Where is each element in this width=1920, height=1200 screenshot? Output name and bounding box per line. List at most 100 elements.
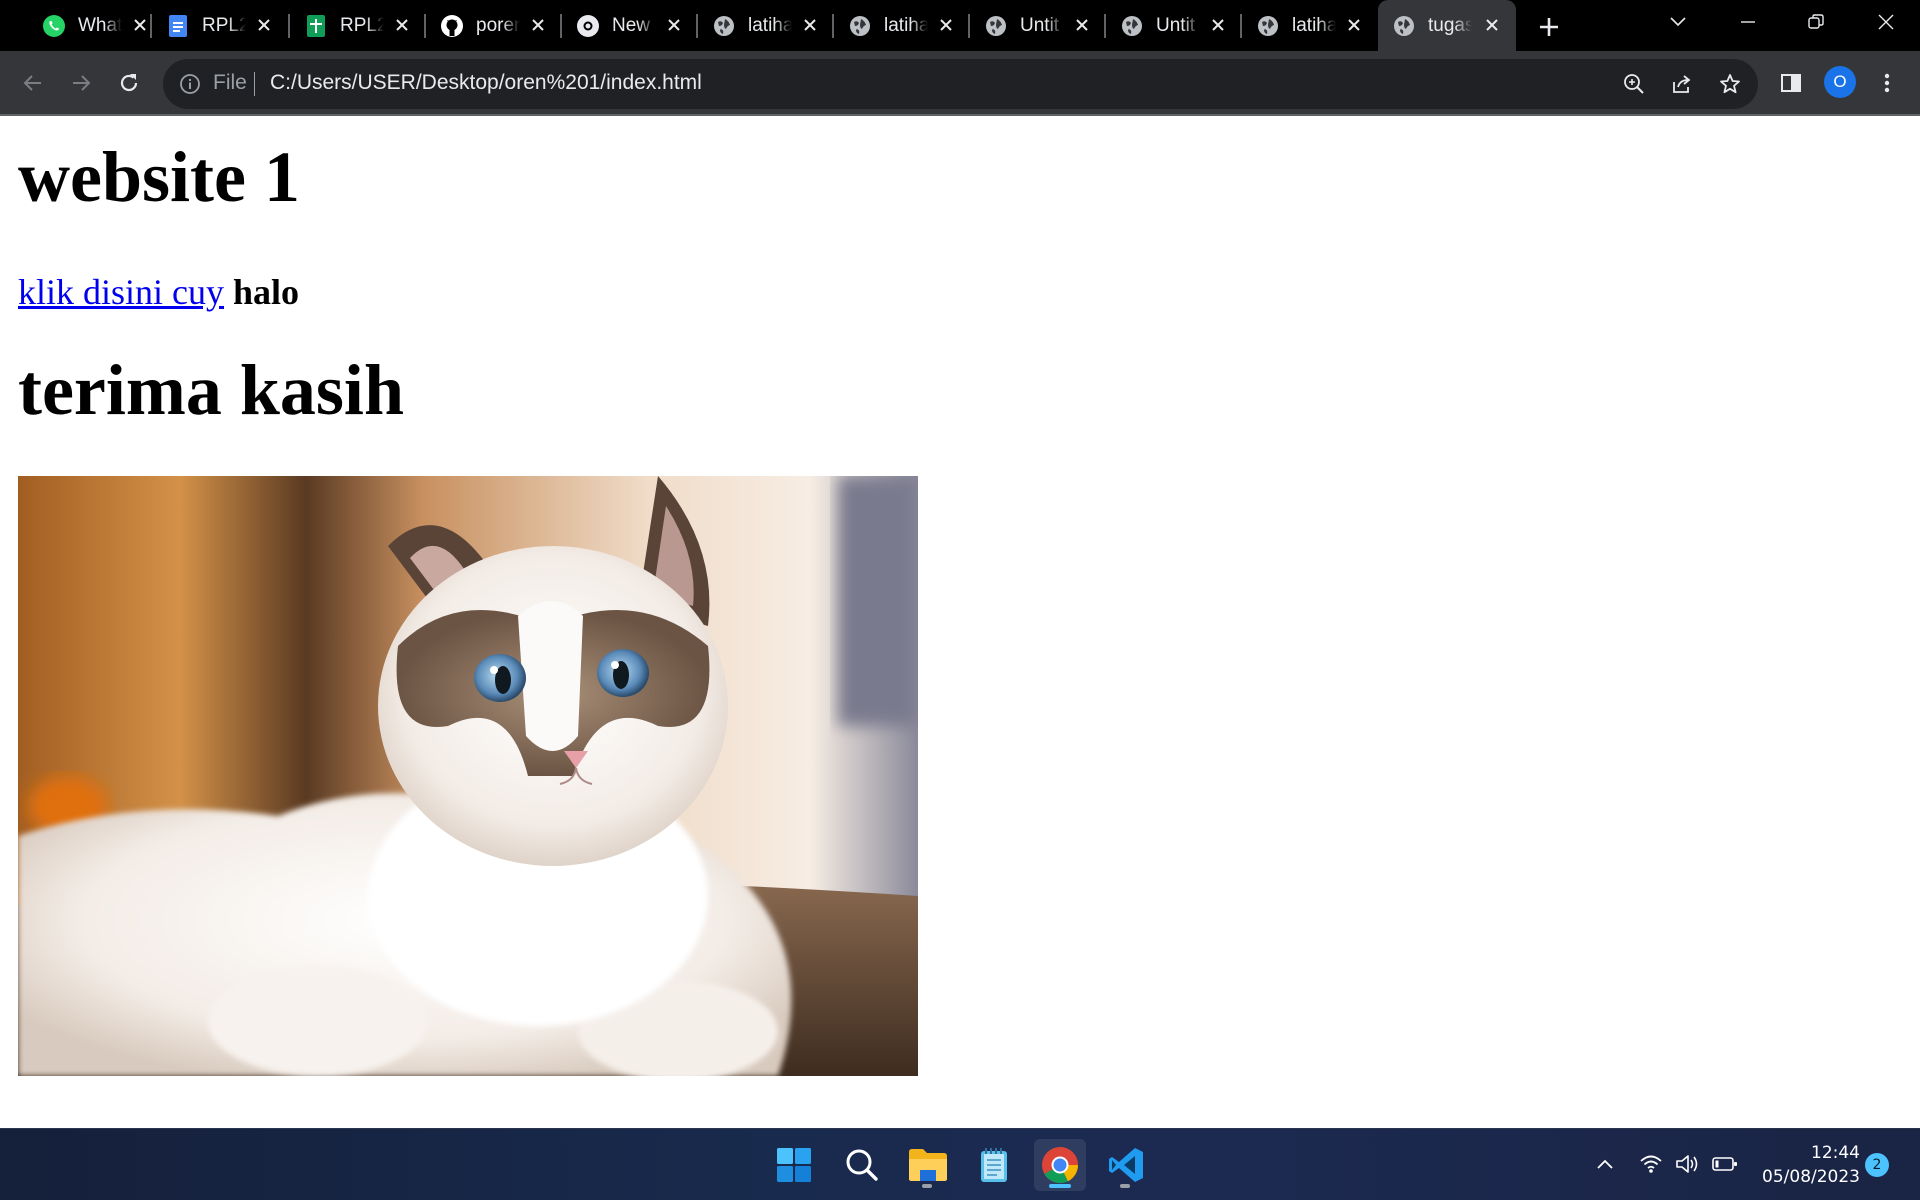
search-icon bbox=[846, 1149, 878, 1181]
back-button[interactable] bbox=[13, 63, 53, 103]
taskbar-search-button[interactable] bbox=[836, 1139, 888, 1191]
close-icon[interactable] bbox=[392, 15, 412, 35]
globe-icon bbox=[712, 14, 736, 38]
vscode-button[interactable] bbox=[1100, 1139, 1152, 1191]
scheme-label: File bbox=[213, 71, 247, 94]
windows-start-icon bbox=[777, 1148, 811, 1182]
running-indicator bbox=[1120, 1184, 1130, 1188]
close-icon[interactable] bbox=[1482, 15, 1502, 35]
chrome-icon bbox=[576, 14, 600, 38]
reload-icon bbox=[120, 74, 138, 92]
bold-halo: halo bbox=[233, 271, 300, 312]
tab-title: latiha bbox=[1292, 14, 1336, 36]
reload-button[interactable] bbox=[109, 63, 149, 103]
windows-start-button[interactable] bbox=[768, 1139, 820, 1191]
close-icon[interactable] bbox=[130, 15, 150, 35]
globe-icon bbox=[1120, 14, 1144, 38]
tab-title: latiha bbox=[748, 14, 792, 36]
notification-badge[interactable]: 2 bbox=[1865, 1153, 1889, 1177]
chrome-icon bbox=[1042, 1147, 1079, 1184]
arrow-right-icon bbox=[73, 75, 91, 91]
tab-latihan-2[interactable]: latiha bbox=[834, 0, 970, 51]
close-icon[interactable] bbox=[800, 15, 820, 35]
klik-link[interactable]: klik disini cuy bbox=[18, 272, 224, 312]
clock[interactable]: 12:44 05/08/2023 bbox=[1750, 1141, 1860, 1189]
globe-icon bbox=[848, 14, 872, 38]
clock-time: 12:44 bbox=[1811, 1143, 1860, 1163]
close-icon[interactable] bbox=[254, 15, 274, 35]
battery-button[interactable] bbox=[1710, 1149, 1740, 1179]
wifi-icon bbox=[1640, 1155, 1662, 1173]
menu-button[interactable] bbox=[1867, 63, 1907, 103]
tab-title: Untit bbox=[1020, 14, 1060, 36]
globe-icon bbox=[984, 14, 1008, 38]
file-explorer-button[interactable] bbox=[902, 1139, 954, 1191]
close-icon[interactable] bbox=[1344, 15, 1364, 35]
tab-latihan-3[interactable]: latiha bbox=[1242, 0, 1378, 51]
clock-date: 05/08/2023 bbox=[1762, 1167, 1860, 1187]
tab-title: New bbox=[612, 14, 651, 36]
tab-new-tab[interactable]: New bbox=[562, 0, 698, 51]
tab-whatsapp[interactable]: What bbox=[28, 0, 164, 51]
close-icon[interactable] bbox=[528, 15, 548, 35]
bookmark-star-icon[interactable] bbox=[1715, 69, 1745, 99]
minimize-button[interactable] bbox=[1718, 0, 1778, 44]
speaker-icon bbox=[1676, 1155, 1698, 1173]
globe-icon bbox=[1392, 14, 1416, 38]
info-icon[interactable] bbox=[178, 72, 202, 96]
chevron-down-icon bbox=[1670, 17, 1686, 27]
network-button[interactable] bbox=[1636, 1149, 1666, 1179]
chevron-up-icon bbox=[1597, 1159, 1613, 1169]
page-viewport: website 1 klik disini cuy halo terima ka… bbox=[0, 116, 1920, 1128]
restore-icon bbox=[1808, 14, 1824, 29]
tab-title: latiha bbox=[884, 14, 928, 36]
tab-search-button[interactable] bbox=[1648, 0, 1708, 44]
tab-title: Untit bbox=[1156, 14, 1196, 36]
browser-toolbar: File C:/Users/USER/Desktop/oren%201/inde… bbox=[0, 51, 1920, 114]
tab-latihan-1[interactable]: latiha bbox=[698, 0, 834, 51]
url-text[interactable]: C:/Users/USER/Desktop/oren%201/index.htm… bbox=[270, 71, 702, 95]
vscode-icon bbox=[1109, 1148, 1143, 1182]
tab-strip: What RPL2 RPL2 porer New latiha latiha U… bbox=[0, 0, 1920, 51]
side-panel-icon bbox=[1781, 74, 1801, 92]
google-sheets-icon bbox=[304, 14, 328, 38]
tab-google-sheets[interactable]: RPL2 bbox=[290, 0, 426, 51]
close-icon[interactable] bbox=[664, 15, 684, 35]
tab-untitled-2[interactable]: Untit bbox=[1106, 0, 1242, 51]
tab-title: tugas bbox=[1428, 14, 1472, 36]
address-bar[interactable]: File C:/Users/USER/Desktop/oren%201/inde… bbox=[163, 59, 1758, 109]
battery-icon bbox=[1712, 1157, 1737, 1171]
share-icon[interactable] bbox=[1667, 69, 1697, 99]
close-window-button[interactable] bbox=[1856, 0, 1916, 44]
notepad-icon bbox=[981, 1148, 1007, 1182]
kebab-menu-icon bbox=[1884, 73, 1890, 93]
profile-avatar[interactable]: O bbox=[1824, 66, 1856, 98]
cat-image bbox=[18, 475, 918, 1076]
close-icon[interactable] bbox=[1208, 15, 1228, 35]
address-divider bbox=[254, 72, 255, 96]
volume-button[interactable] bbox=[1673, 1149, 1703, 1179]
new-tab-button[interactable] bbox=[1534, 12, 1564, 42]
tab-tugas-active[interactable]: tugas bbox=[1378, 0, 1516, 51]
tab-title: What bbox=[78, 14, 122, 36]
tab-untitled-1[interactable]: Untit bbox=[970, 0, 1106, 51]
tab-google-docs[interactable]: RPL2 bbox=[152, 0, 288, 51]
show-hidden-icons-button[interactable] bbox=[1590, 1149, 1620, 1179]
arrow-left-icon bbox=[23, 75, 41, 91]
restore-button[interactable] bbox=[1786, 0, 1846, 44]
zoom-icon[interactable] bbox=[1619, 69, 1649, 99]
running-indicator bbox=[1049, 1184, 1071, 1188]
close-icon[interactable] bbox=[1072, 15, 1092, 35]
tab-title: RPL2 bbox=[202, 14, 246, 36]
notepad-button[interactable] bbox=[968, 1139, 1020, 1191]
link-paragraph: klik disini cuy halo bbox=[18, 271, 1902, 313]
taskbar: 12:44 05/08/2023 2 bbox=[0, 1128, 1920, 1200]
side-panel-button[interactable] bbox=[1771, 63, 1811, 103]
page-heading-thanks: terima kasih bbox=[18, 349, 404, 430]
chrome-taskbar-button[interactable] bbox=[1034, 1139, 1086, 1191]
running-indicator bbox=[922, 1184, 932, 1188]
tab-github[interactable]: porer bbox=[426, 0, 562, 51]
forward-button[interactable] bbox=[61, 63, 101, 103]
github-icon bbox=[440, 14, 464, 38]
close-icon[interactable] bbox=[936, 15, 956, 35]
